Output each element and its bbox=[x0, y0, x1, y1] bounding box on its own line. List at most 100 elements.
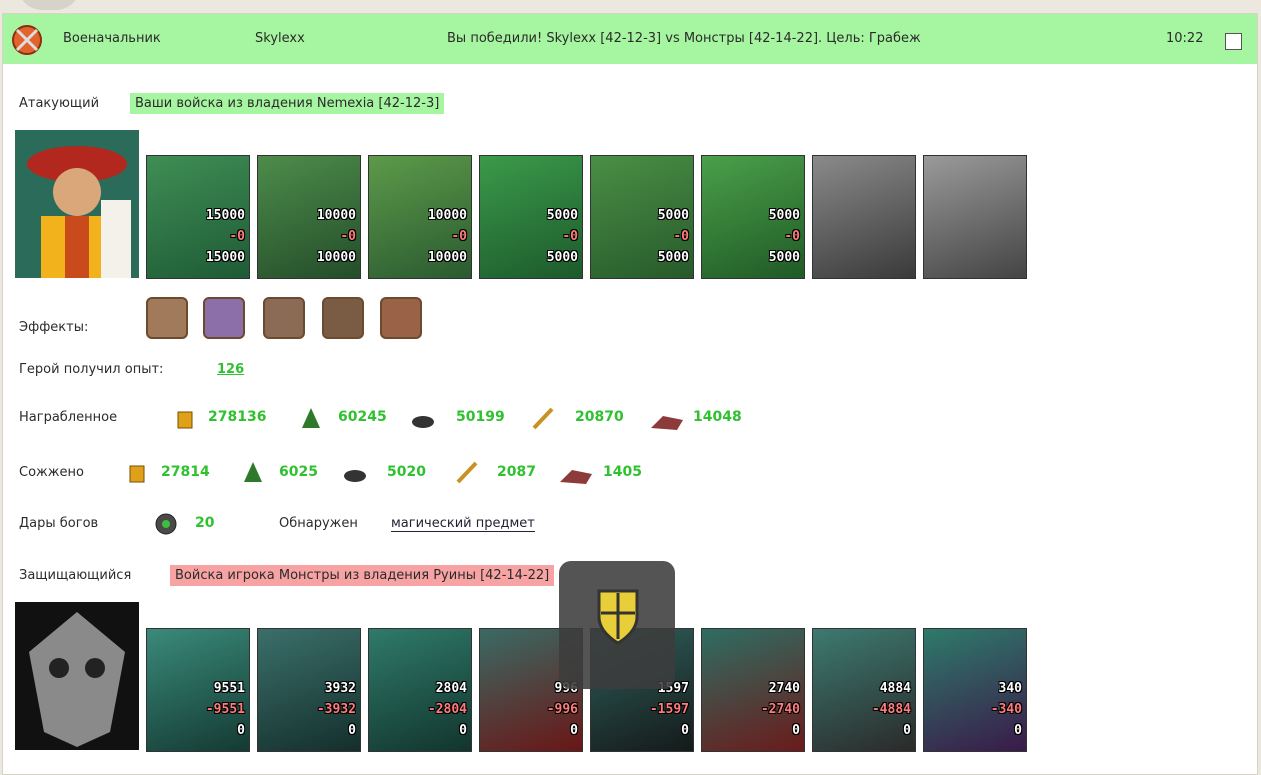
iron-icon bbox=[560, 470, 592, 484]
plundered-gold: 278136 bbox=[208, 409, 267, 425]
defender-unit-count-top: 4884 bbox=[879, 681, 911, 696]
defender-unit-count-bot: 0 bbox=[237, 723, 245, 738]
attacker-unit-card[interactable] bbox=[923, 155, 1027, 279]
defender-unit-card[interactable]: 2804 -2804 0 bbox=[368, 628, 472, 752]
role-label: Военачальник bbox=[63, 31, 161, 46]
defender-origin: Войска игрока Монстры из владения Руины … bbox=[170, 565, 555, 586]
attacker-unit-image bbox=[813, 156, 915, 278]
effect-ring-icon[interactable] bbox=[203, 297, 245, 339]
attacker-unit-count-mid: -0 bbox=[340, 229, 356, 244]
iron-icon bbox=[651, 416, 683, 430]
battle-result: Вы победили! Skylexx [42-12-3] vs Монстр… bbox=[447, 31, 921, 46]
defender-unit-count-top: 2804 bbox=[435, 681, 467, 696]
attacker-unit-count-top: 10000 bbox=[316, 208, 356, 223]
attacker-unit-count-mid: -0 bbox=[562, 229, 578, 244]
effects-label: Эффекты: bbox=[19, 320, 89, 335]
attacker-unit-card[interactable]: 10000 -0 10000 bbox=[257, 155, 361, 279]
item-tooltip bbox=[559, 561, 675, 689]
attacker-unit-count-top: 15000 bbox=[205, 208, 245, 223]
attacker-unit-card[interactable]: 5000 -0 5000 bbox=[590, 155, 694, 279]
plundered-iron: 14048 bbox=[693, 409, 742, 425]
attacker-unit-image bbox=[924, 156, 1026, 278]
defender-unit-count-bot: 0 bbox=[792, 723, 800, 738]
defender-unit-count-bot: 0 bbox=[570, 723, 578, 738]
gifts-value: 20 bbox=[195, 515, 215, 531]
top-tab bbox=[18, 0, 80, 10]
defender-unit-count-mid: -2804 bbox=[427, 702, 467, 717]
defender-unit-count-top: 2740 bbox=[768, 681, 800, 696]
attacker-origin: Ваши войска из владения Nemexia [42-12-3… bbox=[130, 93, 445, 114]
gold-icon bbox=[129, 465, 145, 483]
effect-club-icon[interactable] bbox=[322, 297, 364, 339]
burned-iron: 1405 bbox=[603, 464, 642, 480]
gifts-label: Дары богов bbox=[19, 516, 99, 531]
attacker-unit-card[interactable]: 10000 -0 10000 bbox=[368, 155, 472, 279]
experience-label: Герой получил опыт: bbox=[19, 362, 164, 377]
wood-icon bbox=[244, 462, 262, 482]
attacker-unit-count-top: 10000 bbox=[427, 208, 467, 223]
found-item-link[interactable]: магический предмет bbox=[391, 516, 535, 532]
attacker-unit-count-top: 5000 bbox=[657, 208, 689, 223]
attacker-unit-card[interactable]: 15000 -0 15000 bbox=[146, 155, 250, 279]
defender-unit-count-bot: 0 bbox=[459, 723, 467, 738]
plundered-stone: 50199 bbox=[456, 409, 505, 425]
stone-icon bbox=[344, 470, 366, 482]
attacker-unit-count-bot: 10000 bbox=[316, 250, 356, 265]
effect-axe-icon[interactable] bbox=[146, 297, 188, 339]
battle-time: 10:22 bbox=[1166, 31, 1204, 46]
defender-unit-count-mid: -3932 bbox=[316, 702, 356, 717]
burned-gold: 27814 bbox=[161, 464, 210, 480]
defender-unit-count-mid: -996 bbox=[546, 702, 578, 717]
effect-shield-icon[interactable] bbox=[380, 297, 422, 339]
burned-stone: 5020 bbox=[387, 464, 426, 480]
select-checkbox[interactable] bbox=[1225, 33, 1242, 50]
attacker-unit-count-bot: 5000 bbox=[546, 250, 578, 265]
attacker-unit-card[interactable] bbox=[812, 155, 916, 279]
defender-unit-card[interactable]: 9551 -9551 0 bbox=[146, 628, 250, 752]
burned-grain: 2087 bbox=[497, 464, 536, 480]
defender-unit-count-top: 340 bbox=[998, 681, 1022, 696]
attacker-unit-count-bot: 15000 bbox=[205, 250, 245, 265]
defender-unit-card[interactable]: 2740 -2740 0 bbox=[701, 628, 805, 752]
attacker-unit-count-bot: 5000 bbox=[768, 250, 800, 265]
defender-unit-count-bot: 0 bbox=[348, 723, 356, 738]
gold-icon bbox=[177, 411, 193, 429]
burned-wood: 6025 bbox=[279, 464, 318, 480]
attacker-hero-portrait[interactable] bbox=[15, 130, 139, 278]
defender-unit-count-mid: -1597 bbox=[649, 702, 689, 717]
attacker-unit-card[interactable]: 5000 -0 5000 bbox=[479, 155, 583, 279]
attacker-unit-count-mid: -0 bbox=[229, 229, 245, 244]
attacker-unit-count-bot: 5000 bbox=[657, 250, 689, 265]
attacker-unit-count-mid: -0 bbox=[451, 229, 467, 244]
experience-value[interactable]: 126 bbox=[217, 362, 244, 377]
defender-unit-count-bot: 0 bbox=[681, 723, 689, 738]
defender-unit-card[interactable]: 4884 -4884 0 bbox=[812, 628, 916, 752]
plundered-wood: 60245 bbox=[338, 409, 387, 425]
wood-icon bbox=[302, 408, 320, 428]
defender-unit-card[interactable]: 3932 -3932 0 bbox=[257, 628, 361, 752]
defender-unit-card[interactable]: 340 -340 0 bbox=[923, 628, 1027, 752]
defender-label: Защищающийся bbox=[19, 568, 132, 583]
attacker-unit-count-bot: 10000 bbox=[427, 250, 467, 265]
attacker-unit-card[interactable]: 5000 -0 5000 bbox=[701, 155, 805, 279]
grain-icon bbox=[532, 407, 554, 430]
plundered-label: Награбленное bbox=[19, 410, 118, 425]
attacker-unit-count-mid: -0 bbox=[673, 229, 689, 244]
attacker-unit-count-mid: -0 bbox=[784, 229, 800, 244]
defender-unit-count-top: 9551 bbox=[213, 681, 245, 696]
plundered-grain: 20870 bbox=[575, 409, 624, 425]
player-name[interactable]: Skylexx bbox=[255, 31, 305, 46]
defender-unit-count-mid: -9551 bbox=[205, 702, 245, 717]
found-label: Обнаружен bbox=[279, 516, 358, 531]
defender-monster-portrait[interactable] bbox=[15, 602, 139, 750]
grain-icon bbox=[456, 461, 478, 484]
battle-swords-icon bbox=[12, 25, 42, 55]
defender-unit-count-top: 3932 bbox=[324, 681, 356, 696]
defender-unit-count-mid: -4884 bbox=[871, 702, 911, 717]
shield-icon bbox=[597, 589, 639, 645]
attacker-unit-count-top: 5000 bbox=[546, 208, 578, 223]
report-header: Военачальник Skylexx Вы победили! Skylex… bbox=[3, 14, 1257, 64]
attacker-unit-count-top: 5000 bbox=[768, 208, 800, 223]
burned-label: Сожжено bbox=[19, 465, 84, 480]
effect-scroll-icon[interactable] bbox=[263, 297, 305, 339]
